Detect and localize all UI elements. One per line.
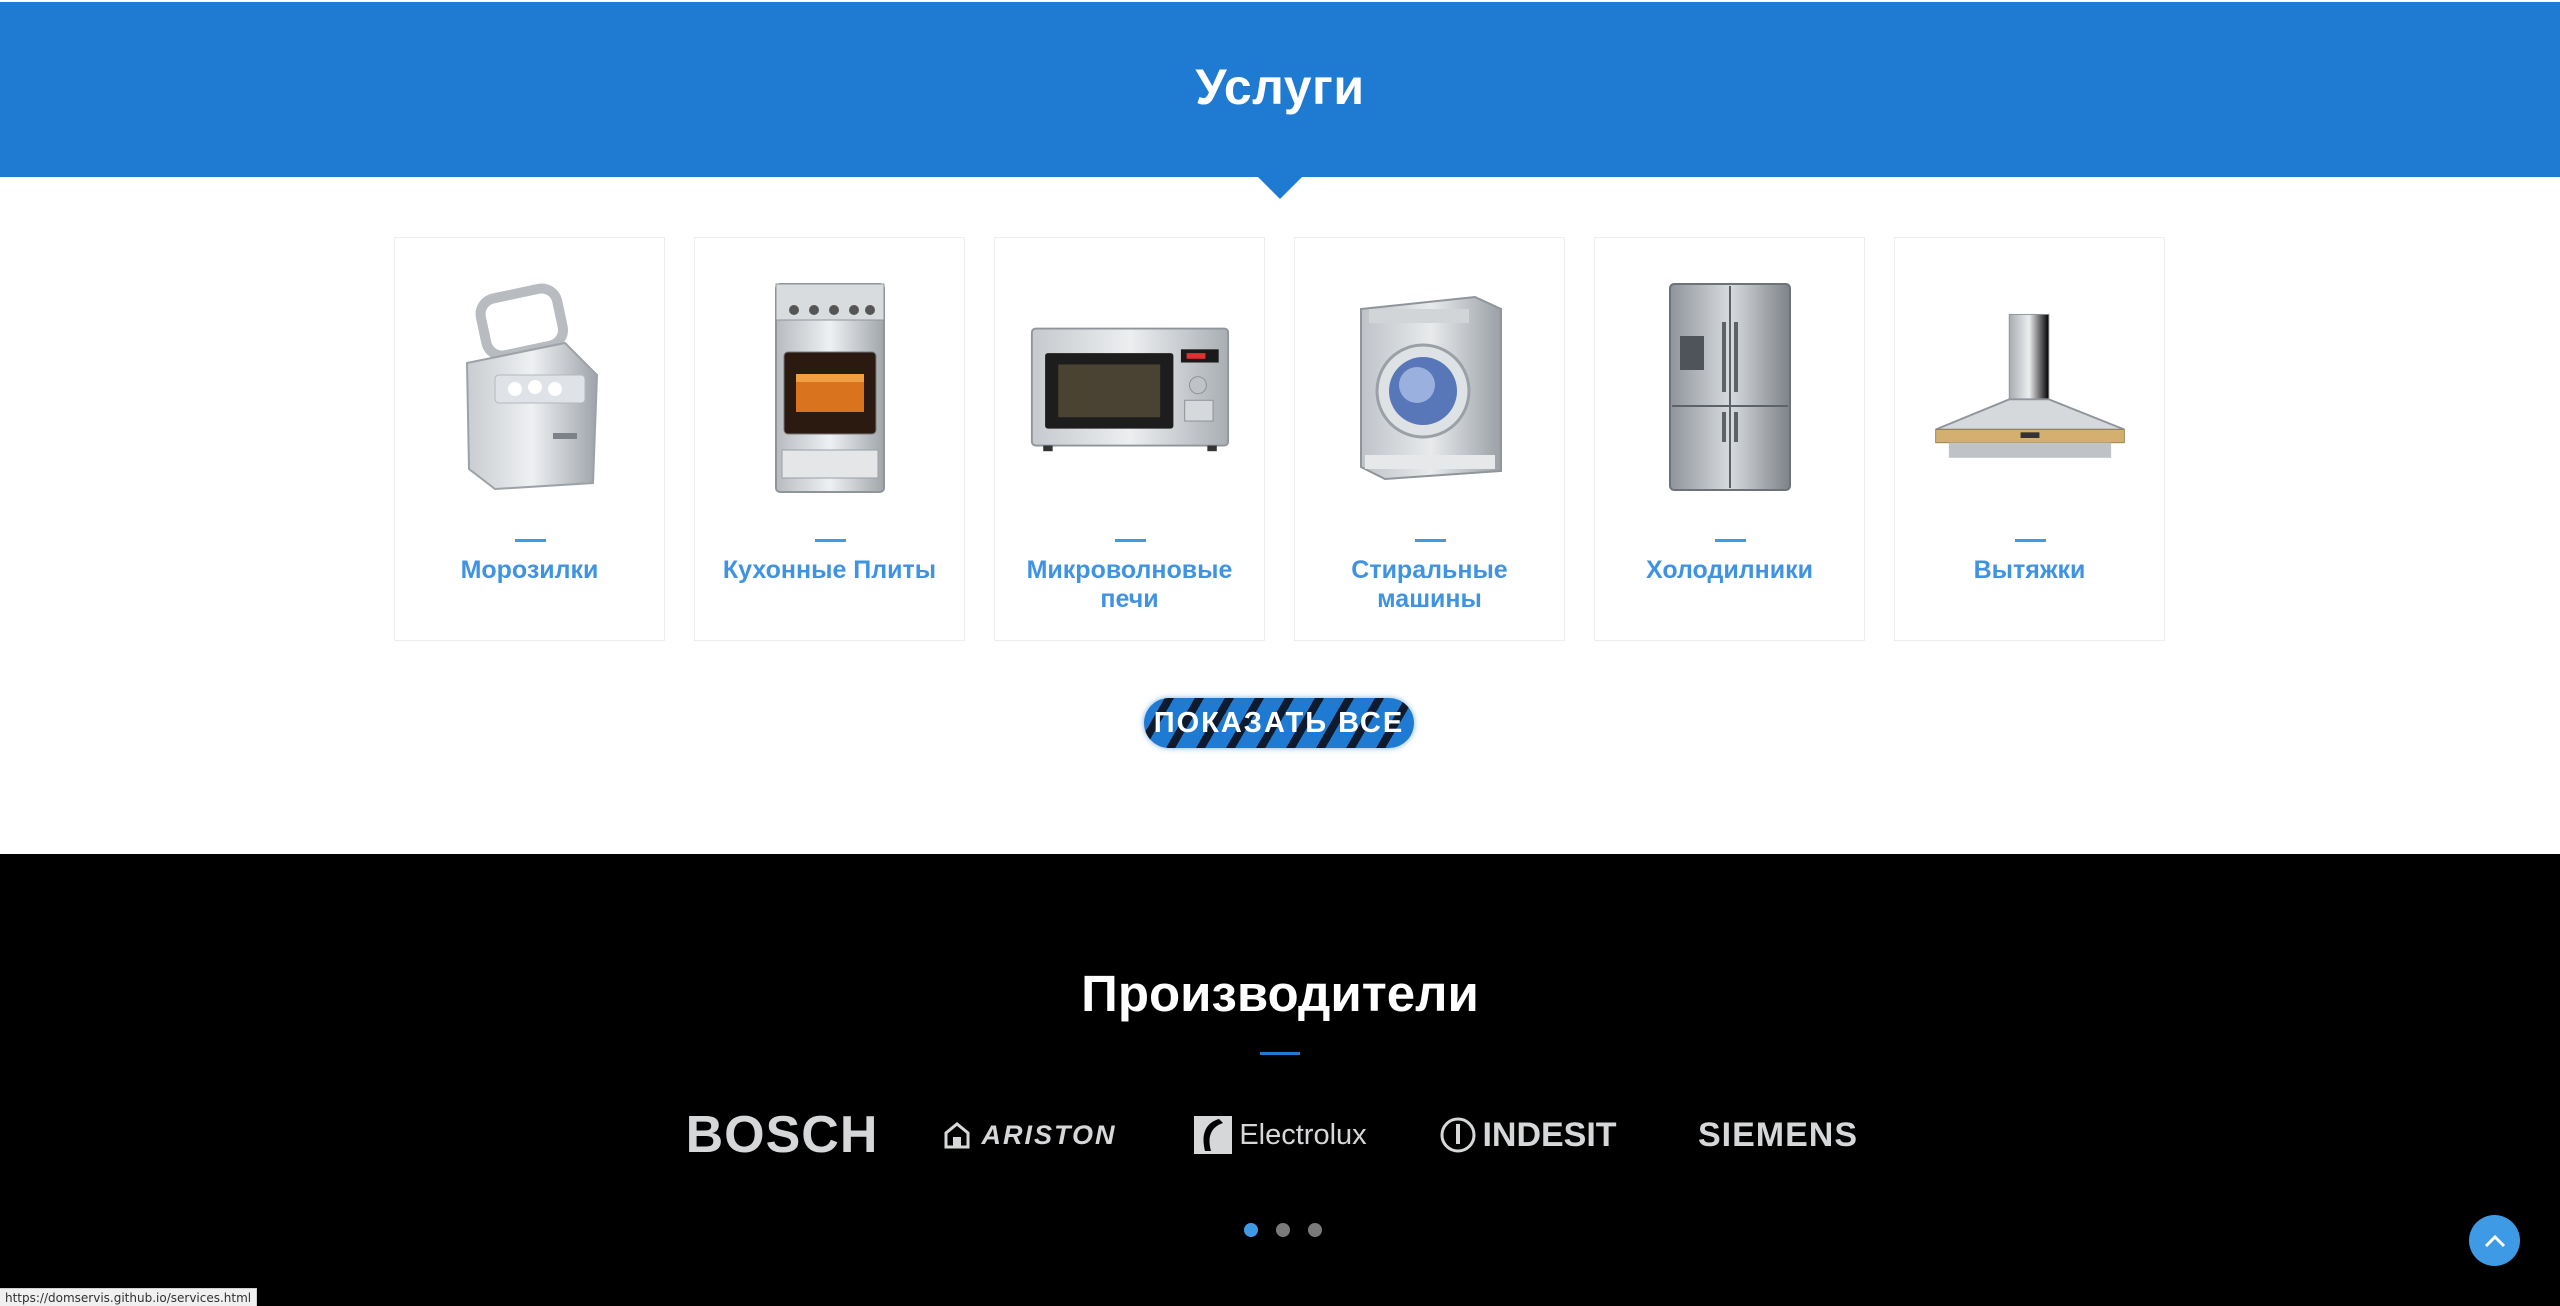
logo-electrolux-text: Electrolux (1239, 1118, 1367, 1151)
scroll-to-top-button[interactable] (2469, 1215, 2520, 1266)
service-card-label: Кухонные Плиты (722, 556, 937, 584)
washing-machine-icon (1330, 278, 1530, 498)
title-underline (1260, 1052, 1300, 1055)
service-card-label: Морозилки (460, 556, 599, 584)
logo-indesit-text: INDESIT (1482, 1115, 1617, 1154)
logo-bosch-text: BOSCH (685, 1106, 879, 1164)
service-card-freezers[interactable]: Морозилки (394, 237, 665, 641)
logo-siemens[interactable]: SIEMENS (1690, 1104, 1866, 1166)
logo-ariston-text: ARISTON (981, 1119, 1117, 1150)
service-card-label: Стиральные машины (1351, 556, 1508, 613)
card-dash (1415, 539, 1446, 542)
electrolux-mark-icon (1194, 1116, 1233, 1154)
services-header: Услуги (0, 2, 2560, 177)
chevron-up-icon (2484, 1234, 2505, 1247)
service-cards: Морозилки Кухонные Плиты Микроволновые п… (394, 237, 2167, 641)
card-dash (2015, 539, 2046, 542)
microwave-icon (1030, 278, 1230, 498)
ariston-house-icon (944, 1122, 970, 1149)
services-title: Услуги (1195, 59, 1365, 115)
service-card-fridges[interactable]: Холодилники (1594, 237, 1865, 641)
service-card-label: Микроволновые печи (1026, 556, 1233, 613)
logo-ariston[interactable]: ARISTON (940, 1104, 1120, 1166)
manufacturers-title: Производители (1081, 965, 1479, 1022)
card-dash (1715, 539, 1746, 542)
carousel-dot-1[interactable] (1244, 1223, 1258, 1237)
page: Услуги Морозилки Кухонные Плиты Микровол… (0, 0, 2560, 1306)
service-card-label: Холодилники (1646, 556, 1813, 584)
service-card-microwaves[interactable]: Микроволновые печи (994, 237, 1265, 641)
kitchen-stove-icon (730, 278, 930, 498)
header-arrow-pointer (1258, 177, 1302, 199)
show-all-label: ПОКАЗАТЬ ВСЕ (1153, 707, 1405, 739)
card-dash (815, 539, 846, 542)
carousel-dot-3[interactable] (1308, 1223, 1322, 1237)
logo-electrolux[interactable]: Electrolux (1190, 1104, 1370, 1166)
service-card-washers[interactable]: Стиральные машины (1294, 237, 1565, 641)
service-card-label: Вытяжки (1973, 556, 2086, 584)
logo-bosch[interactable]: BOSCH (686, 1104, 878, 1166)
status-bar-url: https://domservis.github.io/services.htm… (0, 1288, 258, 1306)
logo-siemens-text: SIEMENS (1697, 1115, 1859, 1154)
indesit-power-icon (1440, 1117, 1476, 1153)
card-dash (515, 539, 546, 542)
manufacturers-section: Производители BOSCH ARISTON Electrolux I… (0, 854, 2560, 1306)
service-card-stoves[interactable]: Кухонные Плиты (694, 237, 965, 641)
service-card-hoods[interactable]: Вытяжки (1894, 237, 2165, 641)
carousel-dot-2[interactable] (1276, 1223, 1290, 1237)
card-dash (1115, 539, 1146, 542)
ice-maker-icon (430, 278, 630, 498)
logo-indesit[interactable]: INDESIT (1435, 1104, 1620, 1166)
show-all-button[interactable]: ПОКАЗАТЬ ВСЕ (1144, 698, 1414, 748)
refrigerator-icon (1630, 278, 1830, 498)
range-hood-icon (1930, 278, 2130, 498)
